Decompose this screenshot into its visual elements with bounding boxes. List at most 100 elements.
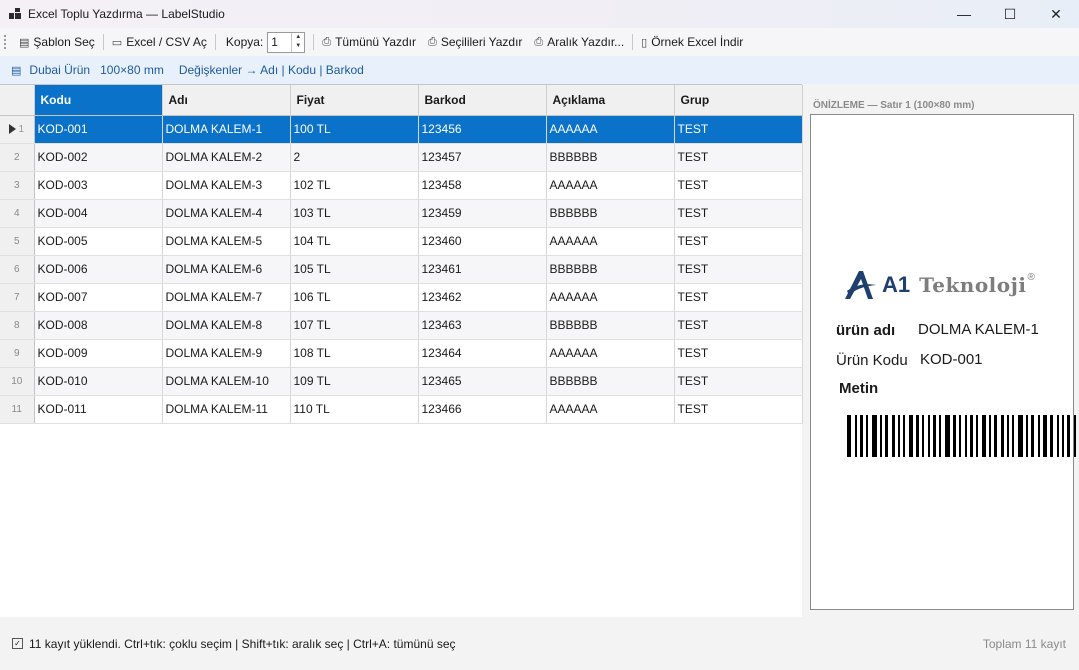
table-cell[interactable]: KOD-002 <box>34 143 163 172</box>
minimize-button[interactable]: — <box>941 0 987 28</box>
table-cell[interactable]: KOD-007 <box>34 283 163 312</box>
table-cell[interactable]: 103 TL <box>290 199 419 228</box>
table-cell[interactable]: AAAAAA <box>546 339 675 368</box>
table-cell[interactable]: 106 TL <box>290 283 419 312</box>
stepper-up-icon[interactable]: ▲ <box>292 33 304 43</box>
table-cell[interactable]: DOLMA KALEM-2 <box>162 143 291 172</box>
print-all-button[interactable]: ⎙ Tümünü Yazdır <box>316 31 422 53</box>
table-row[interactable]: 2 KOD-002 DOLMA KALEM-2 2 123457 BBBBBB TEST <box>0 143 803 172</box>
table-cell[interactable]: 2 <box>290 143 419 172</box>
row-header[interactable]: 9 <box>0 339 35 368</box>
table-cell[interactable]: TEST <box>674 171 803 200</box>
table-cell[interactable]: 123461 <box>418 255 547 284</box>
table-cell[interactable]: KOD-003 <box>34 171 163 200</box>
print-range-button[interactable]: ⎙ Aralık Yazdır... <box>528 31 630 53</box>
table-cell[interactable]: DOLMA KALEM-10 <box>162 367 291 396</box>
column-header[interactable]: Barkod <box>418 85 547 116</box>
table-cell[interactable]: 123466 <box>418 395 547 424</box>
column-header[interactable]: Açıklama <box>546 85 675 116</box>
table-cell[interactable]: TEST <box>674 283 803 312</box>
table-cell[interactable]: BBBBBB <box>546 143 675 172</box>
column-header[interactable]: Fiyat <box>290 85 419 116</box>
table-cell[interactable]: KOD-011 <box>34 395 163 424</box>
table-cell[interactable]: AAAAAA <box>546 283 675 312</box>
table-cell[interactable]: AAAAAA <box>546 395 675 424</box>
table-cell[interactable]: TEST <box>674 395 803 424</box>
table-cell[interactable]: AAAAAA <box>546 115 675 144</box>
table-cell[interactable]: TEST <box>674 255 803 284</box>
table-cell[interactable]: 123463 <box>418 311 547 340</box>
table-cell[interactable]: BBBBBB <box>546 311 675 340</box>
table-row[interactable]: 10 KOD-010 DOLMA KALEM-10 109 TL 123465 BBBBB… <box>0 367 803 396</box>
row-header[interactable]: 5 <box>0 227 35 256</box>
table-cell[interactable]: TEST <box>674 143 803 172</box>
table-cell[interactable]: DOLMA KALEM-7 <box>162 283 291 312</box>
column-header[interactable]: Kodu <box>34 85 163 116</box>
table-cell[interactable]: 123464 <box>418 339 547 368</box>
grid-corner-cell[interactable] <box>0 85 35 116</box>
download-sample-button[interactable]: ▯ Örnek Excel İndir <box>635 31 749 53</box>
table-cell[interactable]: 123457 <box>418 143 547 172</box>
table-cell[interactable]: DOLMA KALEM-11 <box>162 395 291 424</box>
row-header[interactable]: 6 <box>0 255 35 284</box>
table-row[interactable]: 6 KOD-006 DOLMA KALEM-6 105 TL 123461 BBBBBB T… <box>0 255 803 284</box>
row-header[interactable]: 10 <box>0 367 35 396</box>
table-cell[interactable]: BBBBBB <box>546 367 675 396</box>
table-cell[interactable]: TEST <box>674 199 803 228</box>
maximize-button[interactable]: ☐ <box>987 0 1033 28</box>
column-header[interactable]: Adı <box>162 85 291 116</box>
column-header[interactable]: Grup <box>674 85 803 116</box>
table-cell[interactable]: KOD-004 <box>34 199 163 228</box>
copies-stepper[interactable]: 1 ▲ ▼ <box>267 31 306 53</box>
table-row[interactable]: 5 KOD-005 DOLMA KALEM-5 104 TL 123460 AAAAAA T… <box>0 227 803 256</box>
table-cell[interactable]: AAAAAA <box>546 171 675 200</box>
table-row[interactable]: 8 KOD-008 DOLMA KALEM-8 107 TL 123463 BBBBBB T… <box>0 311 803 340</box>
table-cell[interactable]: DOLMA KALEM-6 <box>162 255 291 284</box>
table-cell[interactable]: DOLMA KALEM-9 <box>162 339 291 368</box>
template-select-button[interactable]: ▤ Şablon Seç <box>13 31 101 53</box>
row-header[interactable]: 11 <box>0 395 35 424</box>
table-cell[interactable]: KOD-006 <box>34 255 163 284</box>
table-cell[interactable]: KOD-009 <box>34 339 163 368</box>
table-row[interactable]: 4 KOD-004 DOLMA KALEM-4 103 TL 123459 BBBBBB T… <box>0 199 803 228</box>
table-cell[interactable]: DOLMA KALEM-1 <box>162 115 291 144</box>
table-cell[interactable]: 109 TL <box>290 367 419 396</box>
table-cell[interactable]: DOLMA KALEM-5 <box>162 227 291 256</box>
table-cell[interactable]: KOD-010 <box>34 367 163 396</box>
table-row[interactable]: 7 KOD-007 DOLMA KALEM-7 106 TL 123462 AAAAAA T… <box>0 283 803 312</box>
table-cell[interactable]: 105 TL <box>290 255 419 284</box>
table-cell[interactable]: 102 TL <box>290 171 419 200</box>
open-excel-button[interactable]: ▭ Excel / CSV Aç <box>106 31 213 53</box>
table-cell[interactable]: 123465 <box>418 367 547 396</box>
table-cell[interactable]: 123460 <box>418 227 547 256</box>
table-cell[interactable]: TEST <box>674 367 803 396</box>
table-cell[interactable]: 110 TL <box>290 395 419 424</box>
table-cell[interactable]: 123462 <box>418 283 547 312</box>
table-cell[interactable]: 107 TL <box>290 311 419 340</box>
table-cell[interactable]: 123456 <box>418 115 547 144</box>
table-row[interactable]: 3 KOD-003 DOLMA KALEM-3 102 TL 123458 AAAAAA T… <box>0 171 803 200</box>
table-cell[interactable]: TEST <box>674 115 803 144</box>
row-header[interactable]: 1 <box>0 115 35 144</box>
row-header[interactable]: 7 <box>0 283 35 312</box>
table-cell[interactable]: KOD-008 <box>34 311 163 340</box>
row-header[interactable]: 2 <box>0 143 35 172</box>
row-header[interactable]: 3 <box>0 171 35 200</box>
table-cell[interactable]: 123458 <box>418 171 547 200</box>
data-grid[interactable]: Kodu Adı Fiyat Barkod Açıklama Grup 1 KOD-001 D… <box>0 84 803 617</box>
copies-input[interactable]: 1 <box>268 33 291 52</box>
table-cell[interactable]: TEST <box>674 227 803 256</box>
print-selected-button[interactable]: ⎙ Seçilileri Yazdır <box>422 31 528 53</box>
stepper-down-icon[interactable]: ▼ <box>292 42 304 52</box>
table-cell[interactable]: 108 TL <box>290 339 419 368</box>
table-row[interactable]: 1 KOD-001 DOLMA KALEM-1 100 TL 123456 AAAAAA T… <box>0 115 803 144</box>
row-header[interactable]: 4 <box>0 199 35 228</box>
table-cell[interactable]: KOD-001 <box>34 115 163 144</box>
table-cell[interactable]: TEST <box>674 311 803 340</box>
table-cell[interactable]: 123459 <box>418 199 547 228</box>
table-cell[interactable]: TEST <box>674 339 803 368</box>
close-button[interactable]: ✕ <box>1033 0 1079 28</box>
table-cell[interactable]: AAAAAA <box>546 227 675 256</box>
toolbar-grip[interactable] <box>4 35 7 49</box>
table-cell[interactable]: BBBBBB <box>546 255 675 284</box>
